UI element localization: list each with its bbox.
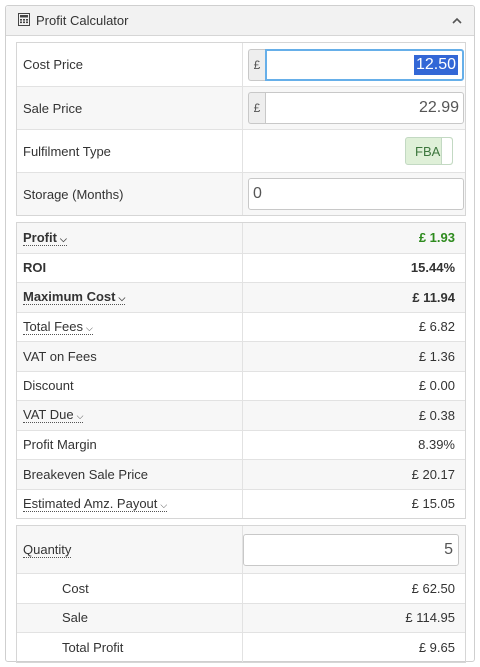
payout-toggle[interactable]: Estimated Amz. Payout ⌵ (23, 496, 168, 512)
storage-label: Storage (Months) (17, 173, 243, 215)
panel-title: Profit Calculator (36, 13, 129, 28)
vat-fees-row: VAT on Fees £ 1.36 (17, 341, 465, 371)
vat-due-value: £ 0.38 (418, 407, 455, 423)
currency-addon: £ (248, 48, 265, 81)
storage-input[interactable]: 0 (248, 178, 464, 210)
fulfilment-toggle[interactable]: FBA (405, 137, 453, 165)
profit-row: Profit ⌵ £ 1.93 (17, 223, 465, 253)
roi-label: ROI (17, 253, 243, 282)
payout-row: Estimated Amz. Payout ⌵ £ 15.05 (17, 488, 465, 518)
toggle-knob[interactable] (441, 138, 452, 164)
quantity-table: Quantity 5 Cost £ 62.50 Sale £ 114.95 To… (16, 525, 466, 663)
chevron-down-icon: ⌵ (76, 411, 84, 422)
qty-cost-row: Cost £ 62.50 (17, 573, 465, 603)
quantity-label[interactable]: Quantity (23, 542, 72, 558)
profit-margin-label: Profit Margin (17, 430, 243, 459)
breakeven-row: Breakeven Sale Price £ 20.17 (17, 459, 465, 489)
max-cost-row: Maximum Cost ⌵ £ 11.94 (17, 282, 465, 312)
profit-margin-value: 8.39% (418, 437, 455, 453)
cost-price-row: Cost Price £ 12.50 (17, 43, 465, 86)
roi-value: 15.44% (410, 260, 455, 276)
vat-due-toggle[interactable]: VAT Due ⌵ (23, 407, 84, 424)
sale-price-input[interactable]: 22.99 (265, 92, 464, 124)
profit-margin-row: Profit Margin 8.39% (17, 429, 465, 459)
results-table: Profit ⌵ £ 1.93 ROI 15.44% Maximum Cost ⌵ … (16, 222, 466, 519)
fulfilment-type-label: Fulfilment Type (17, 130, 243, 172)
sale-price-label: Sale Price (17, 87, 243, 129)
fulfilment-type-row: Fulfilment Type FBA (17, 129, 465, 172)
qty-sale-row: Sale £ 114.95 (17, 602, 465, 632)
qty-sale-value: £ 114.95 (405, 610, 455, 626)
qty-total-profit-row: Total Profit £ 9.65 (17, 632, 465, 662)
discount-value: £ 0.00 (418, 378, 455, 394)
breakeven-value: £ 20.17 (411, 466, 455, 482)
qty-cost-label: Cost (17, 574, 243, 603)
quantity-input[interactable]: 5 (243, 533, 459, 566)
chevron-down-icon: ⌵ (160, 499, 168, 510)
profit-toggle[interactable]: Profit ⌵ (23, 230, 67, 246)
breakeven-label: Breakeven Sale Price (17, 460, 243, 489)
currency-addon: £ (248, 92, 265, 124)
payout-value: £ 15.05 (411, 496, 455, 512)
discount-row: Discount £ 0.00 (17, 370, 465, 400)
vat-fees-label: VAT on Fees (17, 342, 243, 371)
qty-sale-label: Sale (17, 603, 243, 632)
vat-fees-value: £ 1.36 (418, 348, 455, 364)
discount-label: Discount (17, 371, 243, 400)
vat-due-row: VAT Due ⌵ £ 0.38 (17, 400, 465, 430)
qty-total-profit-label: Total Profit (17, 633, 243, 662)
qty-total-profit-value: £ 9.65 (418, 639, 455, 655)
sale-price-row: Sale Price £ 22.99 (17, 86, 465, 129)
panel-header[interactable]: Profit Calculator (6, 6, 474, 36)
cost-price-label: Cost Price (17, 43, 243, 86)
chevron-down-icon: ⌵ (59, 233, 67, 244)
profit-value: £ 1.93 (418, 230, 455, 246)
total-fees-toggle[interactable]: Total Fees ⌵ (23, 319, 93, 335)
profit-calculator-panel: Profit Calculator Cost Price £ 12.50 Sal… (5, 5, 475, 663)
chevron-down-icon: ⌵ (85, 322, 93, 333)
total-fees-row: Total Fees ⌵ £ 6.82 (17, 311, 465, 341)
calculator-icon (18, 12, 30, 29)
max-cost-toggle[interactable]: Maximum Cost ⌵ (23, 289, 126, 306)
total-fees-value: £ 6.82 (418, 319, 455, 335)
max-cost-value: £ 11.94 (412, 289, 455, 305)
roi-row: ROI 15.44% (17, 252, 465, 282)
qty-cost-value: £ 62.50 (411, 580, 455, 596)
storage-row: Storage (Months) 0 (17, 172, 465, 215)
cost-price-input[interactable]: 12.50 (265, 48, 464, 81)
inputs-table: Cost Price £ 12.50 Sale Price £ 22.99 Fu… (16, 42, 466, 216)
chevron-up-icon[interactable] (450, 14, 464, 28)
chevron-down-icon: ⌵ (118, 293, 126, 304)
quantity-row: Quantity 5 (17, 526, 465, 573)
